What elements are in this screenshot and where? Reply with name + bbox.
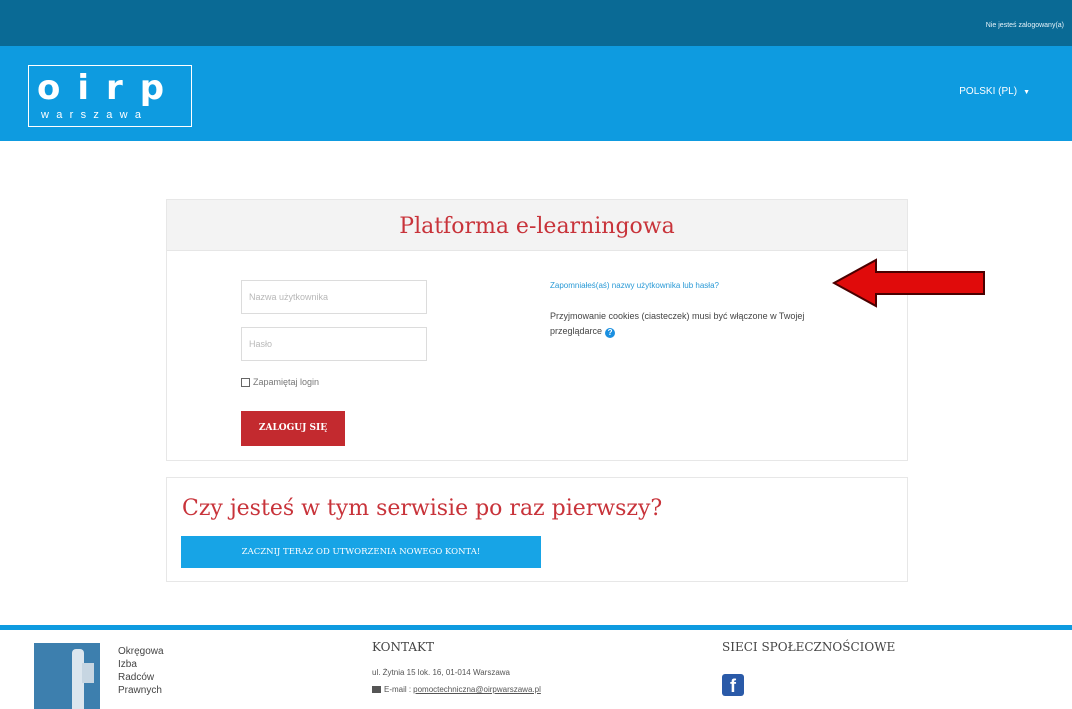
logo-subtitle: warszawa	[41, 109, 149, 121]
support-email-link[interactable]: pomoctechniczna@oirpwarszawa.pl	[413, 685, 541, 694]
top-bar: Nie jesteś zalogowany(a)	[0, 0, 1072, 46]
logo-letters: oirp	[37, 68, 182, 108]
remember-login-label: Zapamiętaj login	[253, 377, 320, 387]
login-card-header: Platforma e-learningowa	[167, 200, 907, 251]
help-icon[interactable]: ?	[605, 328, 616, 338]
footer-divider	[0, 625, 1072, 630]
statue-shape-detail	[82, 663, 94, 683]
signup-card: Czy jesteś w tym serwisie po raz pierwsz…	[166, 477, 908, 582]
signup-title: Czy jesteś w tym serwisie po raz pierwsz…	[182, 496, 663, 521]
password-input[interactable]: Hasło	[241, 327, 427, 361]
caret-down-icon: ▼	[1023, 89, 1030, 96]
org-line: Prawnych	[118, 685, 162, 696]
contact-address: ul. Żytnia 15 lok. 16, 01-014 Warszawa	[372, 668, 510, 677]
checkbox-icon[interactable]	[241, 377, 250, 387]
org-line: Okręgowa	[118, 646, 164, 657]
login-card: Platforma e-learningowa Nazwa użytkownik…	[166, 199, 908, 461]
email-label: E-mail :	[384, 685, 412, 694]
social-heading: SIECI SPOŁECZNOŚCIOWE	[722, 640, 896, 654]
facebook-icon[interactable]: f	[722, 674, 744, 696]
envelope-icon	[372, 686, 381, 693]
remember-login-checkbox[interactable]: Zapamiętaj login	[241, 377, 319, 387]
contact-email-row: E-mail : pomoctechniczna@oirpwarszawa.pl	[372, 685, 541, 694]
cookies-notice-text: Przyjmowanie cookies (ciasteczek) musi b…	[550, 311, 805, 336]
page-title: Platforma e-learningowa	[399, 214, 675, 239]
org-line: Izba	[118, 659, 137, 670]
contact-heading: KONTAKT	[372, 640, 434, 654]
language-selector[interactable]: POLSKI (PL) ▼	[959, 86, 1030, 97]
oirp-emblem	[34, 643, 100, 709]
forgot-password-link[interactable]: Zapomniałeś(aś) nazwy użytkownika lub ha…	[550, 281, 719, 290]
red-arrow-icon	[832, 258, 985, 308]
login-button[interactable]: ZALOGUJ SIĘ	[241, 411, 345, 446]
org-line: Radców	[118, 672, 155, 683]
site-header: oirp warszawa POLSKI (PL) ▼	[0, 46, 1072, 141]
footer-org-name: Okręgowa Izba Radców Prawnych	[118, 645, 164, 697]
language-label: POLSKI (PL)	[959, 86, 1018, 97]
create-account-button[interactable]: ZACZNIJ TERAZ OD UTWORZENIA NOWEGO KONTA…	[181, 536, 541, 568]
oirp-logo[interactable]: oirp warszawa	[28, 65, 192, 127]
login-status-text: Nie jesteś zalogowany(a)	[985, 22, 1064, 29]
cookies-notice: Przyjmowanie cookies (ciasteczek) musi b…	[550, 309, 810, 339]
username-input[interactable]: Nazwa użytkownika	[241, 280, 427, 314]
